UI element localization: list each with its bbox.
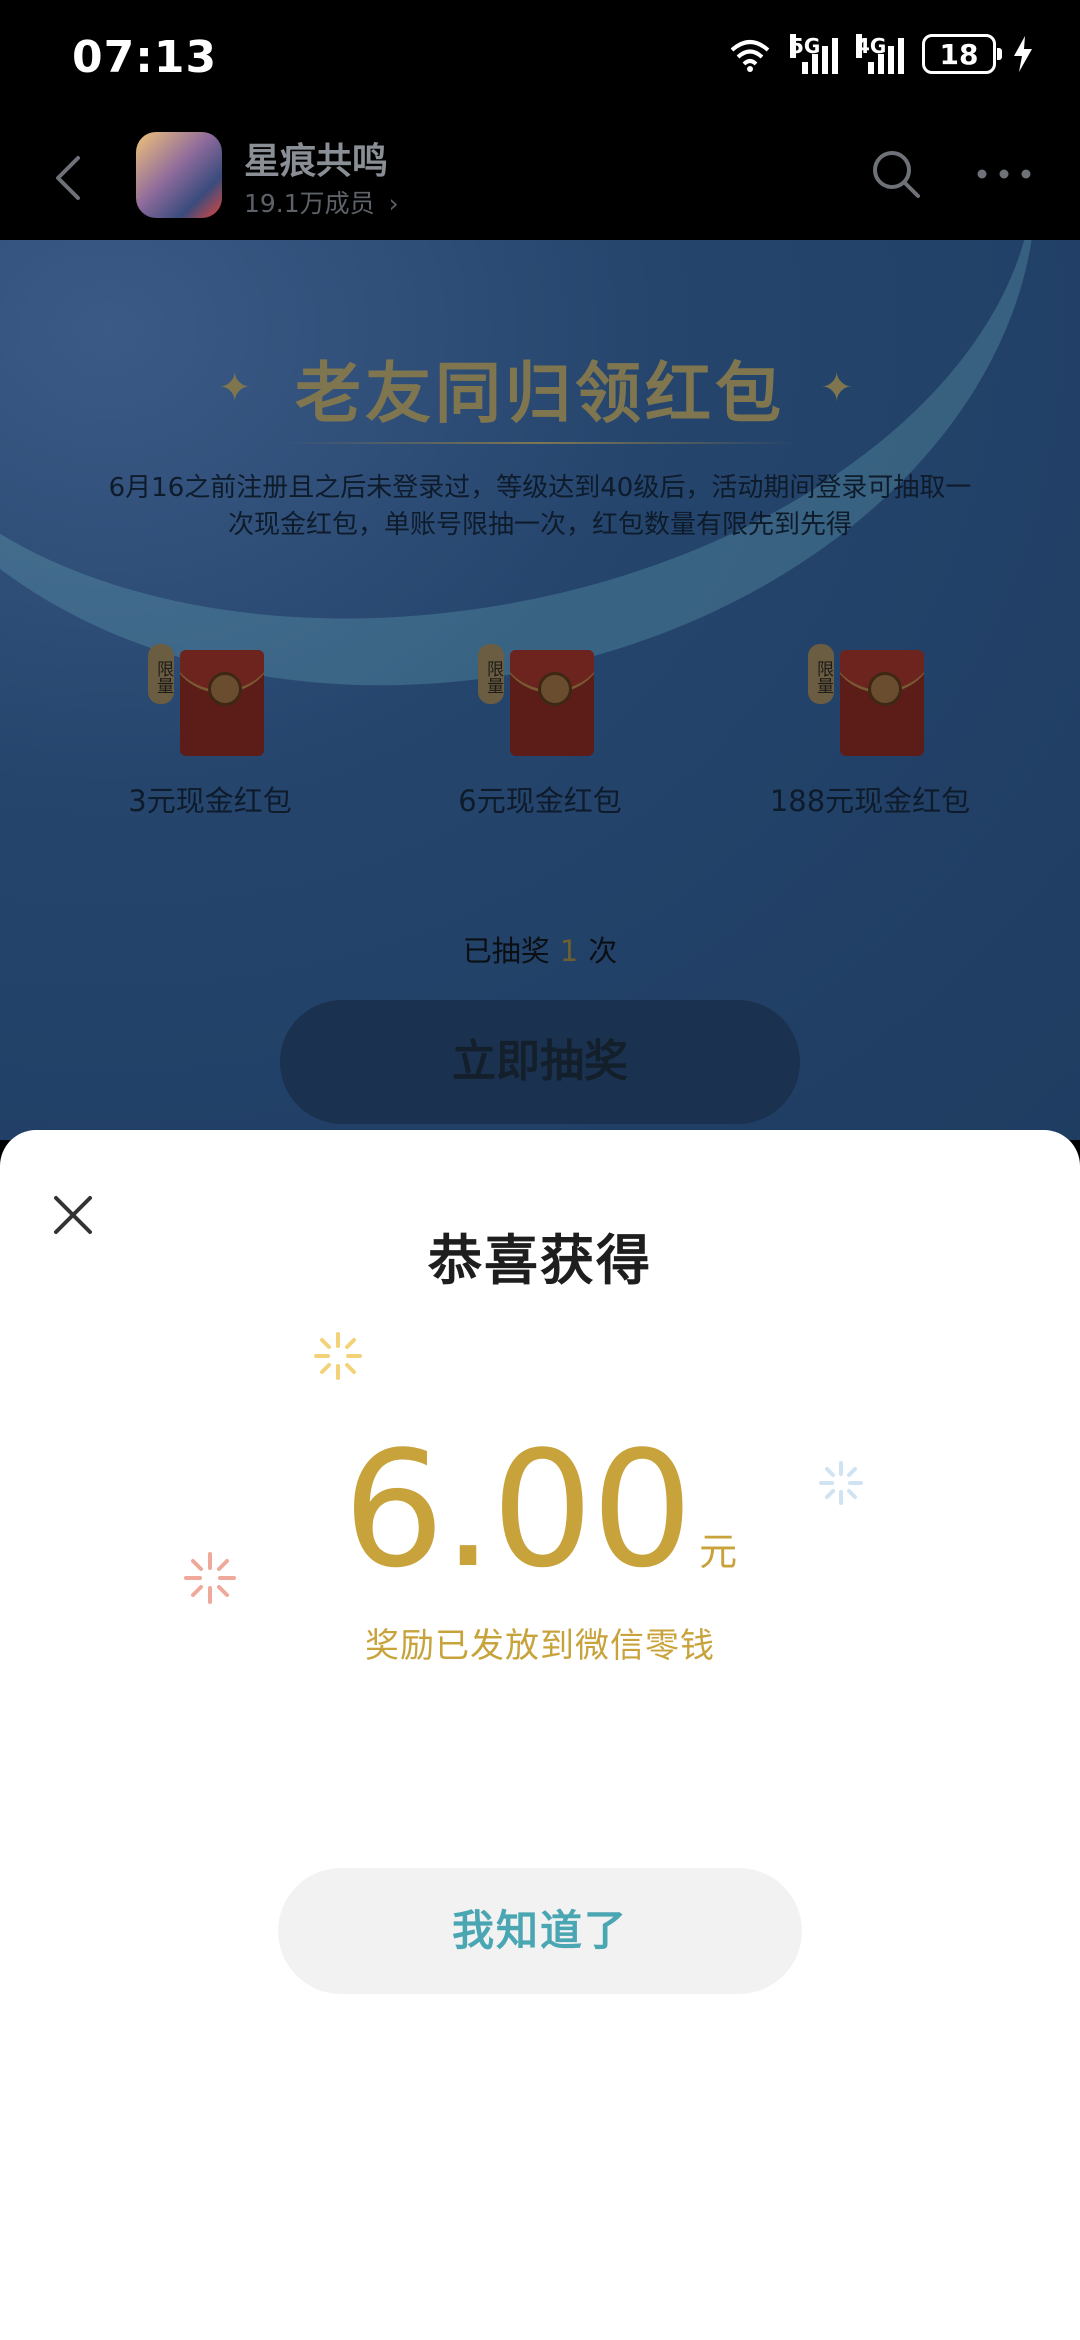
limited-badge: 限量 (478, 644, 504, 704)
amount-unit: 元 (699, 1530, 738, 1574)
confirm-button[interactable]: 我知道了 (278, 1868, 802, 1994)
charging-bolt-icon (1014, 36, 1032, 72)
dialog-title: 恭喜获得 (428, 1229, 652, 1292)
limited-badge: 限量 (808, 644, 834, 704)
chevron-right-icon: › (388, 189, 399, 218)
reward-dialog: 恭喜获得 6.00 元 奖励已发放到微信零钱 我知道了 (0, 1130, 1080, 2340)
search-icon[interactable] (868, 146, 924, 202)
amount-value: 6.00 (342, 1416, 693, 1603)
group-header: 星痕共鸣 19.1万成员 › (0, 118, 1080, 240)
signal-4g-icon: 4G (856, 34, 904, 74)
status-time: 07:13 (72, 32, 218, 83)
event-description: 6月16之前注册且之后未登录过，等级达到40级后，活动期间登录可抽取一次现金红包… (108, 473, 972, 540)
prize-list: 限量 3元现金红包 限量 6元现金红包 限量 188元现金红包 (0, 640, 1080, 820)
prize-label: 188元现金红包 (769, 784, 971, 818)
event-background: ✦ ✦ 老友同归领红包 6月16之前注册且之后未登录过，等级达到40级后，活动期… (0, 240, 1080, 1140)
draw-count: 已抽奖 1 次 (0, 928, 1080, 970)
battery-level: 18 (939, 37, 979, 71)
prize-label: 3元现金红包 (128, 784, 292, 818)
red-envelope-icon (510, 650, 594, 756)
battery-icon: 18 (922, 34, 1002, 74)
draw-now-button: 立即抽奖 (280, 1000, 800, 1124)
member-count-text: 19.1万成员 (244, 189, 375, 218)
network-tag-4g: 4G (856, 34, 887, 58)
status-bar: 07:13 5G 4G 18 (0, 0, 1080, 118)
more-icon[interactable] (972, 146, 1036, 202)
draw-count-number: 1 (559, 934, 579, 968)
title-divider (280, 442, 800, 444)
draw-count-prefix: 已抽奖 (462, 934, 550, 968)
prize-label: 6元现金红包 (458, 784, 622, 818)
status-icons: 5G 4G 18 (728, 34, 1032, 74)
reward-amount: 6.00 元 (0, 1420, 1080, 1600)
prize-item: 限量 6元现金红包 (390, 640, 690, 820)
red-envelope-icon (180, 650, 264, 756)
prize-item: 限量 3元现金红包 (60, 640, 360, 820)
group-title[interactable]: 星痕共鸣 (244, 132, 388, 184)
app-avatar[interactable] (136, 132, 222, 218)
event-title: 老友同归领红包 (295, 354, 785, 432)
red-envelope-icon (840, 650, 924, 756)
sparkle-icon (314, 1332, 362, 1380)
reward-note: 奖励已发放到微信零钱 (365, 1626, 715, 1666)
prize-item: 限量 188元现金红包 (720, 640, 1020, 820)
member-count[interactable]: 19.1万成员 › (244, 184, 399, 220)
back-icon[interactable] (40, 148, 100, 208)
signal-5g-icon: 5G (790, 34, 838, 74)
wifi-icon (730, 40, 770, 72)
draw-count-suffix: 次 (588, 934, 618, 968)
network-tag-5g: 5G (790, 34, 821, 58)
limited-badge: 限量 (148, 644, 174, 704)
